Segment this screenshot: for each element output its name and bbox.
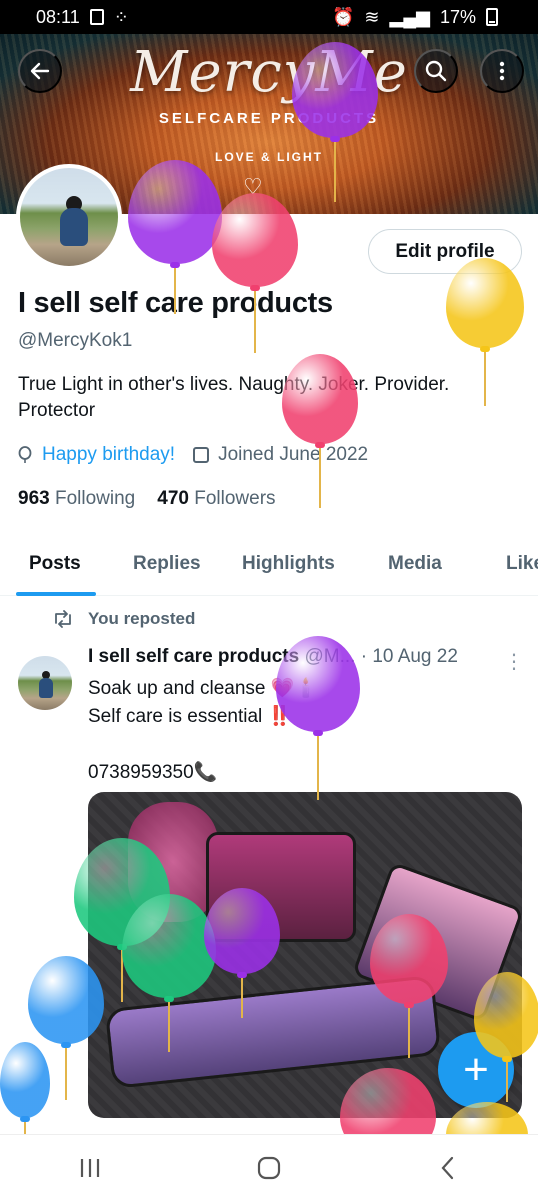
balloon-knot bbox=[170, 262, 180, 268]
balloon-icon bbox=[18, 446, 32, 463]
followers-count: 470 bbox=[157, 488, 189, 509]
search-icon bbox=[425, 60, 447, 82]
notification-dots-icon: ⁘ bbox=[113, 6, 129, 27]
profile-tabs: Posts Replies Highlights Media Like bbox=[0, 536, 538, 596]
balloon-knot bbox=[480, 346, 490, 352]
recents-button[interactable] bbox=[60, 1143, 120, 1193]
post-author-handle[interactable]: @M... bbox=[304, 646, 355, 667]
tab-media[interactable]: Media bbox=[388, 553, 442, 575]
post-author-name[interactable]: I sell self care products bbox=[88, 646, 299, 667]
balloon-icon bbox=[212, 193, 298, 357]
image-bottle bbox=[104, 974, 442, 1090]
phone-icon bbox=[89, 9, 104, 25]
battery-icon bbox=[486, 8, 498, 26]
post-avatar-body bbox=[39, 678, 53, 698]
image-jar bbox=[206, 832, 356, 942]
alarm-icon: ⏰ bbox=[332, 6, 355, 27]
follow-stats: 963 Following 470 Followers bbox=[18, 488, 276, 510]
display-name: I sell self care products bbox=[18, 287, 333, 319]
following-count: 963 bbox=[18, 488, 50, 509]
more-vertical-icon bbox=[499, 61, 505, 81]
back-button[interactable] bbox=[18, 49, 62, 93]
post-date[interactable]: · 10 Aug 22 bbox=[361, 646, 458, 667]
post-header: I sell self care products @M... · 10 Aug… bbox=[88, 646, 458, 668]
banner-tagline-2: LOVE & LIGHT bbox=[215, 150, 323, 164]
home-icon bbox=[257, 1156, 281, 1179]
status-bar: 08:11 ⁘ ⏰ ≋ ▂▄▆ 17% bbox=[0, 0, 538, 34]
repost-icon bbox=[55, 610, 71, 628]
back-arrow-icon bbox=[30, 62, 50, 80]
wifi-icon: ≋ bbox=[364, 6, 380, 27]
image-pink-bag bbox=[128, 802, 218, 922]
repost-label: You reposted bbox=[88, 609, 196, 628]
recents-icon bbox=[80, 1158, 99, 1177]
post-text: Soak up and cleanse 💗🕯️ Self care is ess… bbox=[88, 678, 319, 783]
post-author-avatar[interactable] bbox=[18, 656, 72, 710]
more-options-button[interactable] bbox=[480, 49, 524, 93]
profile-meta: Happy birthday! Joined June 2022 bbox=[18, 444, 368, 466]
avatar-person-body bbox=[60, 208, 88, 246]
balloon-knot bbox=[61, 1042, 71, 1048]
post-more-icon[interactable]: ⋮ bbox=[504, 649, 524, 674]
balloon-knot bbox=[20, 1116, 30, 1122]
heart-candle-icon: ♡ bbox=[243, 174, 263, 199]
signal-icon: ▂▄▆ bbox=[389, 6, 430, 27]
user-handle: @MercyKok1 bbox=[18, 330, 133, 351]
followers-link[interactable]: 470 Followers bbox=[157, 488, 275, 510]
profile-bio: True Light in other's lives. Naughty. Jo… bbox=[18, 374, 450, 421]
repost-indicator: You reposted bbox=[52, 609, 195, 629]
following-link[interactable]: 963 Following bbox=[18, 488, 135, 510]
tab-replies[interactable]: Replies bbox=[133, 553, 201, 575]
system-navigation-bar bbox=[0, 1134, 538, 1200]
calendar-icon bbox=[193, 447, 210, 463]
followers-label: Followers bbox=[194, 488, 276, 509]
balloon-body bbox=[0, 1042, 50, 1118]
battery-percent: 17% bbox=[439, 6, 476, 27]
compose-post-button[interactable]: + bbox=[438, 1032, 514, 1108]
profile-avatar[interactable] bbox=[16, 164, 122, 270]
back-nav-icon bbox=[441, 1156, 454, 1179]
tab-highlights[interactable]: Highlights bbox=[242, 553, 335, 575]
search-button[interactable] bbox=[414, 49, 458, 93]
back-nav-button[interactable] bbox=[418, 1143, 478, 1193]
birthday-link[interactable]: Happy birthday! bbox=[42, 444, 175, 466]
tab-posts[interactable]: Posts bbox=[29, 553, 81, 575]
home-button[interactable] bbox=[239, 1143, 299, 1193]
balloon-string bbox=[65, 1048, 67, 1100]
edit-profile-button[interactable]: Edit profile bbox=[368, 229, 522, 274]
status-time: 08:11 bbox=[36, 6, 80, 27]
joined-date: Joined June 2022 bbox=[218, 444, 369, 465]
following-label: Following bbox=[54, 488, 136, 509]
tab-likes[interactable]: Like bbox=[506, 553, 538, 575]
plus-icon: + bbox=[463, 1045, 489, 1094]
banner-tagline: SELFCARE PRODUCTS bbox=[158, 110, 380, 127]
active-tab-indicator bbox=[16, 592, 96, 596]
